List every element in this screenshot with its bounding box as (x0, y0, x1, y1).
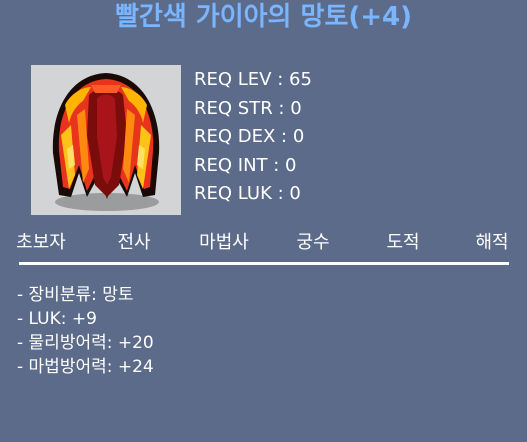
stat-magic-defense: - 마법방어력: +24 (17, 357, 154, 377)
stat-category: - 장비분류: 망토 (17, 285, 134, 305)
red-cape-icon (52, 73, 160, 211)
job-beginner: 초보자 (16, 232, 66, 253)
job-bowman: 궁수 (296, 232, 330, 253)
req-dex: REQ DEX : 0 (194, 126, 305, 147)
requirements-list: REQ LEV : 65 REQ STR : 0 REQ DEX : 0 REQ… (194, 66, 312, 209)
job-list: 초보자 전사 마법사 궁수 도적 해적 (0, 228, 527, 258)
req-str: REQ STR : 0 (194, 97, 302, 119)
job-pirate: 해적 (475, 232, 509, 253)
item-tooltip: 빨간색 가이아의 망토(+4) REQ LEV : 65 REQ STR : 0… (0, 0, 527, 442)
job-thief: 도적 (386, 232, 420, 253)
divider-line (19, 262, 509, 265)
stat-luk: - LUK: +9 (17, 309, 97, 329)
stat-physical-defense: - 물리방어력: +20 (17, 333, 154, 353)
item-icon-frame (31, 65, 181, 215)
req-level: REQ LEV : 65 (194, 69, 312, 90)
job-magician: 마법사 (199, 232, 249, 253)
item-name-title: 빨간색 가이아의 망토(+4) (114, 2, 413, 32)
job-warrior: 전사 (117, 232, 151, 253)
stats-list: - 장비분류: 망토 - LUK: +9 - 물리방어력: +20 - 마법방어… (17, 283, 154, 379)
req-int: REQ INT : 0 (194, 154, 297, 176)
req-luk: REQ LUK : 0 (194, 183, 301, 204)
